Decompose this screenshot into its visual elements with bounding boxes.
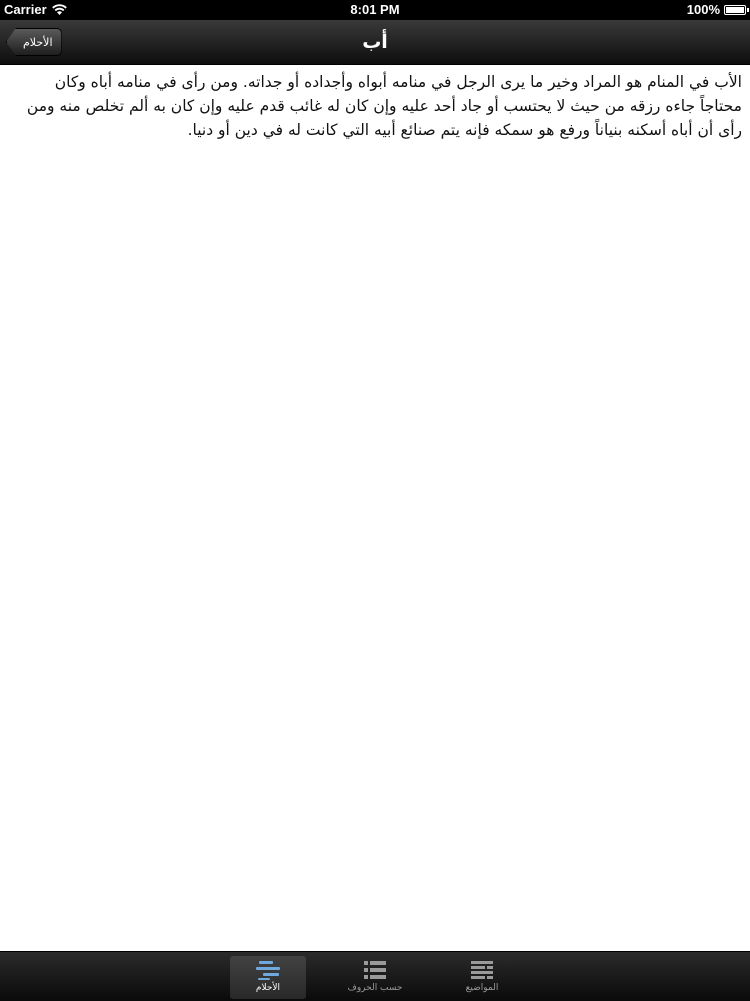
tab-dreams[interactable]: الأحلام bbox=[230, 956, 306, 999]
battery-percent: 100% bbox=[686, 2, 720, 17]
topics-icon bbox=[471, 961, 493, 979]
battery-fill bbox=[726, 6, 744, 13]
tab-dreams-label: الأحلام bbox=[255, 983, 281, 993]
status-time: 8:01 PM bbox=[350, 2, 400, 17]
tab-topics[interactable]: المواضيع bbox=[444, 956, 520, 999]
tab-by-letters[interactable]: حسب الحروف bbox=[337, 956, 413, 999]
tab-topics-label: المواضيع bbox=[465, 983, 499, 993]
battery-group: 100% bbox=[686, 2, 749, 17]
navigation-bar: الأحلام أب bbox=[0, 20, 750, 65]
tab-by-letters-label: حسب الحروف bbox=[347, 983, 403, 993]
tab-bar: الأحلام حسب الحروف المواضيع bbox=[0, 951, 750, 1001]
status-bar: Carrier 8:01 PM 100% bbox=[0, 0, 750, 20]
battery-icon bbox=[724, 4, 749, 15]
dream-description: الأب في المنام هو المراد وخير ما يرى الر… bbox=[26, 73, 742, 139]
list-icon bbox=[364, 961, 386, 979]
dreams-icon bbox=[256, 961, 280, 980]
page-title: أب bbox=[362, 31, 388, 53]
